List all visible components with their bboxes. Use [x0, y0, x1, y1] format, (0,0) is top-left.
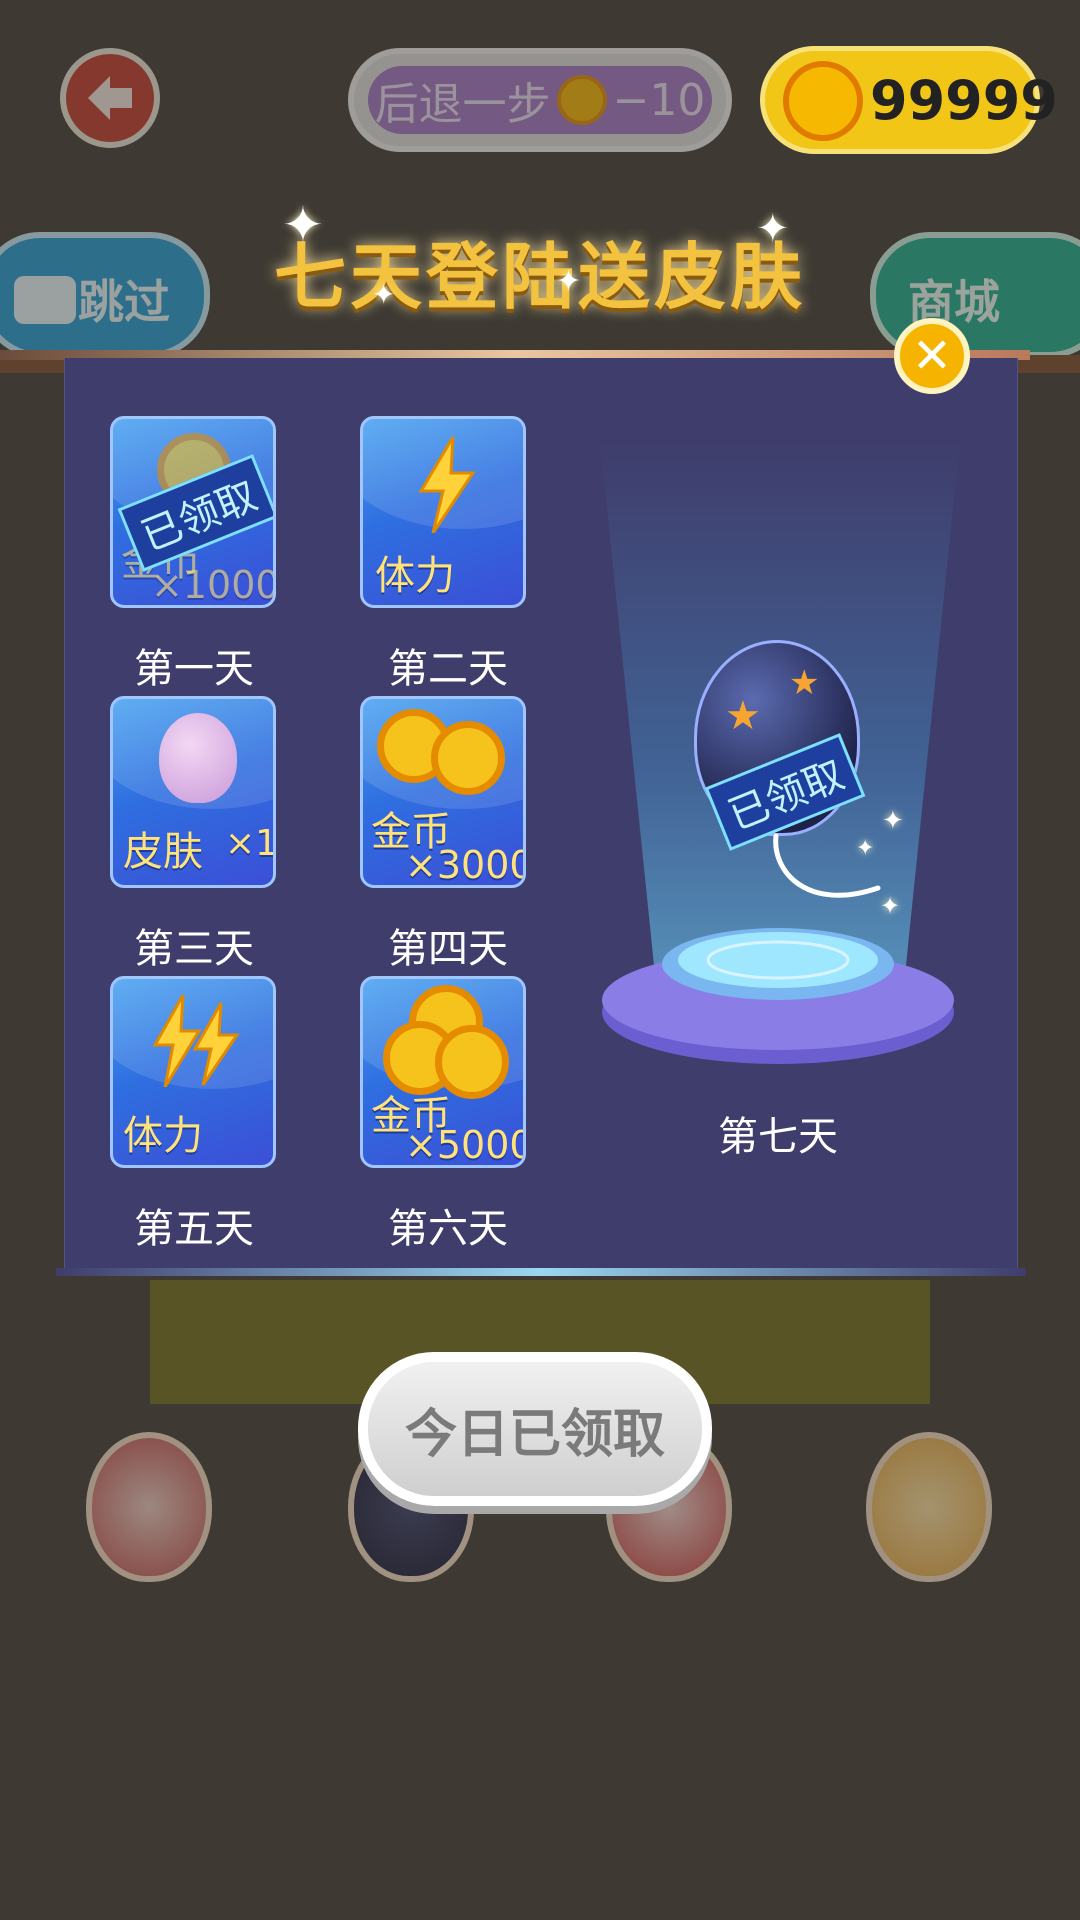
star-icon: ★ — [725, 693, 761, 739]
skin-balloon-confetti[interactable] — [86, 1432, 212, 1582]
day-3-reward-card: 皮肤 ×1 — [110, 696, 276, 888]
sparkle-icon: ✦ — [880, 892, 901, 920]
skin-balloon-giraffe[interactable] — [866, 1432, 992, 1582]
undo-label: 后退一步 — [374, 79, 551, 130]
lightning-icon — [418, 437, 476, 533]
day-1-reward-amount: ×1000 — [151, 563, 276, 607]
day-6-reward-amount: ×5000 — [405, 1123, 526, 1167]
day-3-reward-name: 皮肤 — [123, 829, 203, 875]
day-4-reward-amount: ×3000 — [405, 843, 526, 887]
star-icon: ★ — [789, 663, 820, 703]
sparkle-icon: ✦ — [882, 806, 904, 836]
undo-cost: −10 — [612, 74, 706, 126]
day-2-reward-card: 体力×10 — [360, 416, 526, 608]
sparkle-icon: ✦ — [556, 264, 582, 299]
coin-icon — [783, 61, 863, 141]
day-5-reward-card: 体力×15 — [110, 976, 276, 1168]
day-4-reward-card: 金币 ×3000 — [360, 696, 526, 888]
close-button[interactable]: ✕ — [894, 318, 970, 394]
coin-icon — [556, 75, 607, 125]
day-6-reward-card: 金币 ×5000 — [360, 976, 526, 1168]
back-arrow-icon — [88, 76, 132, 120]
day-2-reward: 体力×10 — [375, 553, 459, 605]
day-2-label: 第二天 — [388, 646, 508, 692]
coin-balance-value: 99999 — [870, 69, 1058, 132]
day-4-label: 第四天 — [388, 926, 508, 972]
lightning-icon — [152, 995, 240, 1087]
sparkle-icon: ✦ — [756, 206, 790, 252]
claimed-today-button[interactable]: 今日已领取 — [358, 1352, 712, 1506]
balloon-skin-icon — [159, 713, 237, 803]
coin-icon — [431, 721, 505, 795]
pedestal-icon — [602, 928, 954, 1064]
day-5-label: 第五天 — [134, 1206, 254, 1252]
back-button[interactable] — [60, 48, 160, 148]
sparkle-icon: ✦ — [372, 278, 396, 311]
day-3-label: 第三天 — [134, 926, 254, 972]
sparkle-icon: ✦ — [282, 196, 324, 254]
day-7-label: 第七天 — [718, 1114, 838, 1160]
day-6-label: 第六天 — [388, 1206, 508, 1252]
undo-step-button[interactable]: 后退一步 −10 — [348, 48, 732, 152]
coin-balance: 99999 — [760, 46, 1058, 154]
panel-bottom-border — [56, 1268, 1026, 1276]
day-1-reward-card: 金币 ×1000 已领取 — [110, 416, 276, 608]
day-1-label: 第一天 — [134, 646, 254, 692]
close-icon: ✕ — [911, 328, 953, 384]
day-3-reward-amount: ×1 — [225, 823, 276, 864]
modal-title: 七天登陆送皮肤 — [273, 235, 806, 319]
sparkle-icon: ✦ — [856, 836, 875, 861]
day-5-reward: 体力×15 — [123, 1113, 207, 1165]
